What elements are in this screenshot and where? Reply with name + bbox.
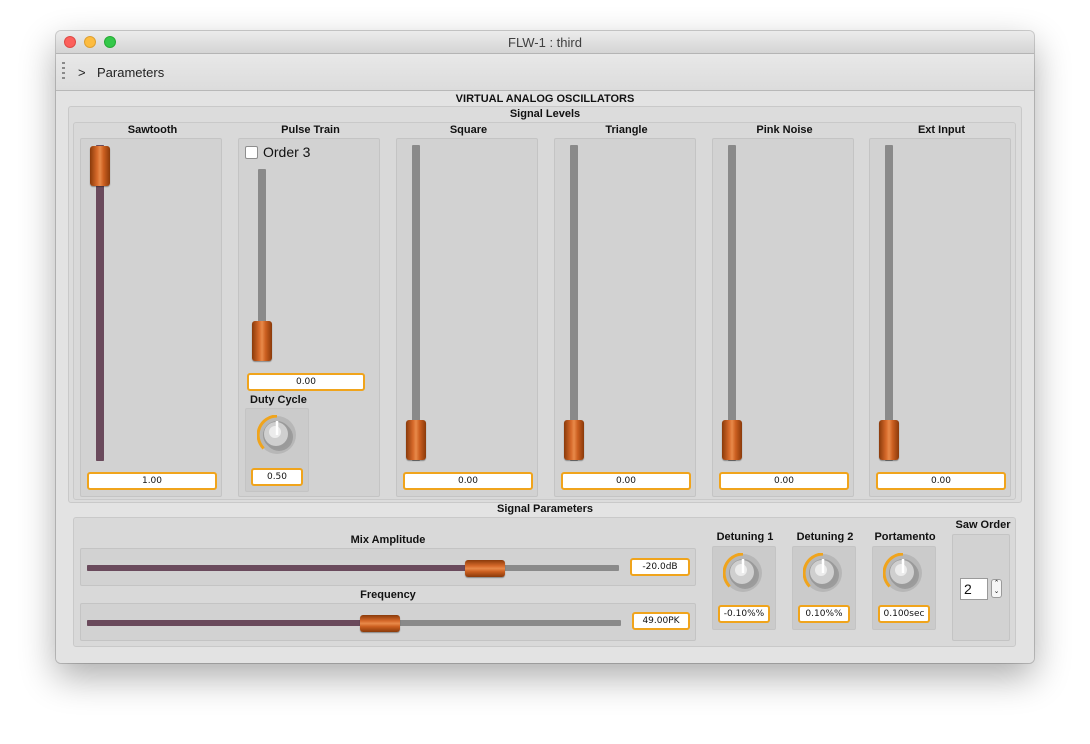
mix-amplitude-slider-handle[interactable] <box>465 560 505 577</box>
frequency-panel <box>80 603 696 641</box>
app-window: FLW-1 : third > Parameters VIRTUAL ANALO… <box>56 31 1034 663</box>
square-value-field[interactable]: 0.00 <box>403 472 533 490</box>
mix-amplitude-panel <box>80 548 696 586</box>
frequency-slider-handle[interactable] <box>360 615 400 632</box>
ext-input-label: Ext Input <box>917 124 966 136</box>
square-slider-handle[interactable] <box>406 420 426 460</box>
saw-order-label: Saw Order <box>955 519 1011 531</box>
sawtooth-value-field[interactable]: 1.00 <box>87 472 217 490</box>
toolbar: > Parameters <box>56 54 1034 91</box>
window-title: FLW-1 : third <box>508 35 582 50</box>
ext-input-value-field[interactable]: 0.00 <box>876 472 1006 490</box>
sawtooth-panel: 1.00 <box>80 138 222 497</box>
triangle-slider-handle[interactable] <box>564 420 584 460</box>
pulse-train-panel: Order 3 0.00 Duty Cycle 0.50 <box>238 138 380 497</box>
detuning1-panel: -0.10%% <box>712 546 776 630</box>
mix-amplitude-label: Mix Amplitude <box>350 534 426 546</box>
detuning2-label: Detuning 2 <box>796 531 854 543</box>
title-bar[interactable]: FLW-1 : third <box>56 31 1034 54</box>
ext-input-panel: 0.00 <box>869 138 1011 497</box>
triangle-slider-track[interactable] <box>570 145 578 461</box>
detuning2-panel: 0.10%% <box>792 546 856 630</box>
chevron-down-icon[interactable]: ⌄ <box>992 588 1001 596</box>
pink-noise-label: Pink Noise <box>756 124 813 136</box>
portamento-value-field[interactable]: 0.100sec <box>878 605 930 623</box>
order3-checkbox[interactable] <box>245 146 258 159</box>
frequency-value-field[interactable]: 49.00PK <box>632 612 690 630</box>
duty-cycle-panel: 0.50 <box>245 408 309 492</box>
parameters-label[interactable]: Parameters <box>97 65 164 80</box>
pink-noise-slider-handle[interactable] <box>722 420 742 460</box>
pulse-train-label: Pulse Train <box>281 124 340 136</box>
toolbar-grip-handle[interactable] <box>62 62 65 82</box>
detuning2-knob[interactable] <box>803 553 843 593</box>
triangle-label: Triangle <box>605 124 648 136</box>
duty-cycle-value-field[interactable]: 0.50 <box>251 468 303 486</box>
duty-cycle-label: Duty Cycle <box>250 394 307 406</box>
pink-noise-slider-track[interactable] <box>728 145 736 461</box>
triangle-value-field[interactable]: 0.00 <box>561 472 691 490</box>
square-panel: 0.00 <box>396 138 538 497</box>
expand-arrow-icon[interactable]: > <box>78 65 86 80</box>
detuning1-label: Detuning 1 <box>716 531 774 543</box>
mix-amplitude-value-field[interactable]: -20.0dB <box>630 558 690 576</box>
saw-order-stepper[interactable]: ⌃ ⌄ <box>991 579 1002 598</box>
saw-order-panel: 2 ⌃ ⌄ <box>952 534 1010 641</box>
frequency-label: Frequency <box>360 589 416 601</box>
signal-parameters-title: Signal Parameters <box>497 503 593 515</box>
portamento-knob[interactable] <box>883 553 923 593</box>
square-label: Square <box>449 124 488 136</box>
detuning2-value-field[interactable]: 0.10%% <box>798 605 850 623</box>
portamento-panel: 0.100sec <box>872 546 936 630</box>
sawtooth-label: Sawtooth <box>127 124 178 136</box>
duty-cycle-knob[interactable] <box>257 415 297 455</box>
pink-noise-panel: 0.00 <box>712 138 854 497</box>
main-title: VIRTUAL ANALOG OSCILLATORS <box>455 93 635 105</box>
square-slider-track[interactable] <box>412 145 420 461</box>
saw-order-spinbox[interactable]: 2 <box>960 578 988 600</box>
sawtooth-slider-handle[interactable] <box>90 146 110 186</box>
detuning1-knob[interactable] <box>723 553 763 593</box>
pulse-train-slider-handle[interactable] <box>252 321 272 361</box>
pink-noise-value-field[interactable]: 0.00 <box>719 472 849 490</box>
frequency-slider-fill <box>87 620 381 626</box>
signal-levels-title: Signal Levels <box>509 108 581 120</box>
portamento-label: Portamento <box>874 531 936 543</box>
ext-input-slider-handle[interactable] <box>879 420 899 460</box>
content-area: VIRTUAL ANALOG OSCILLATORS Signal Levels… <box>56 91 1034 663</box>
triangle-panel: 0.00 <box>554 138 696 497</box>
order3-label[interactable]: Order 3 <box>263 144 310 160</box>
detuning1-value-field[interactable]: -0.10%% <box>718 605 770 623</box>
ext-input-slider-track[interactable] <box>885 145 893 461</box>
pulse-train-value-field[interactable]: 0.00 <box>247 373 365 391</box>
chevron-up-icon[interactable]: ⌃ <box>992 580 1001 588</box>
mix-amplitude-slider-fill <box>87 565 491 571</box>
sawtooth-slider-fill <box>96 145 104 461</box>
